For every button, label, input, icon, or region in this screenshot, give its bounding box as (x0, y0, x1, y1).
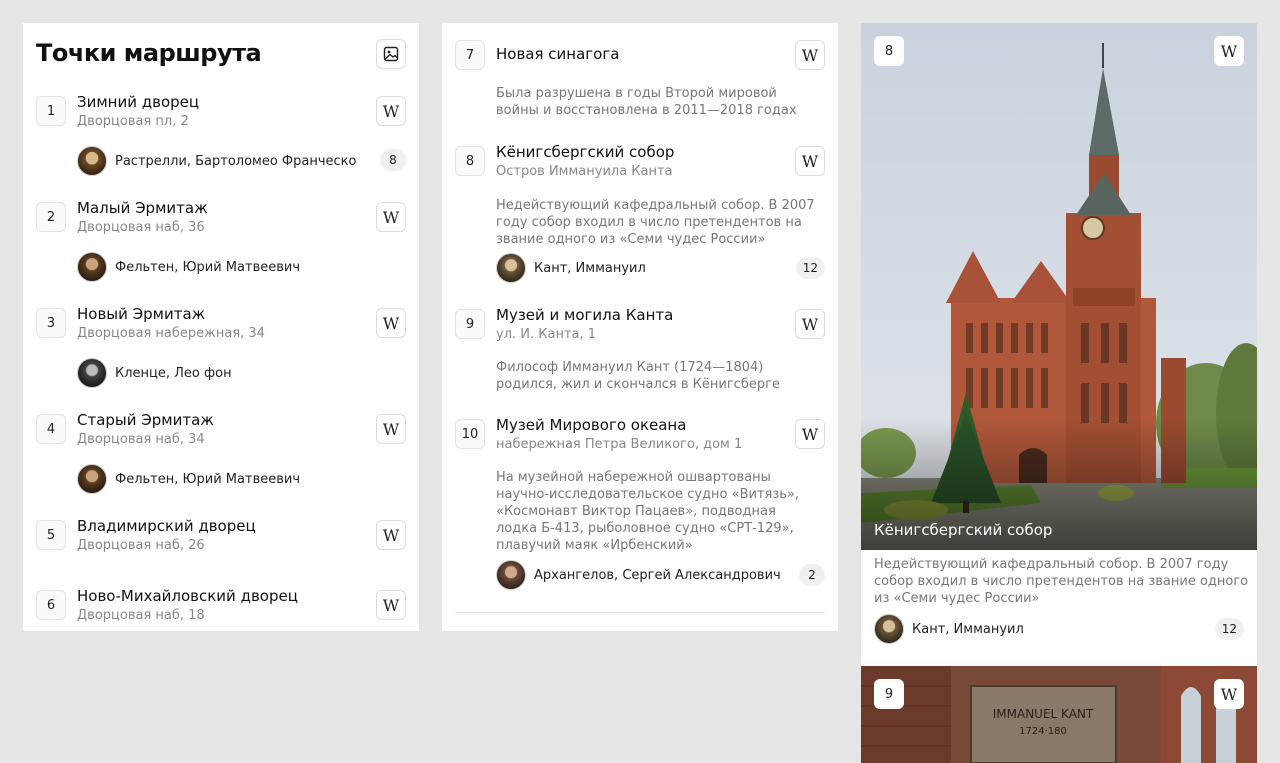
item-number: 1 (36, 96, 66, 126)
item-description: Была разрушена в годы Второй мировой вой… (496, 86, 797, 118)
item-description: Философ Иммануил Кант (1724—1804) родилс… (496, 360, 780, 392)
place-photo-next[interactable]: IMMANUEL KANT 1724·180 (861, 666, 1257, 763)
image-icon (383, 46, 399, 62)
kant-tomb-photo: IMMANUEL KANT 1724·180 (861, 666, 1257, 763)
person-name: Фельтен, Юрий Матвеевич (115, 259, 301, 275)
divider (455, 612, 825, 613)
person-link[interactable]: Кант, Иммануил (874, 613, 1024, 645)
item-address: Дворцовая наб, 36 (77, 220, 205, 235)
wikipedia-button[interactable]: W (376, 202, 406, 232)
person-link[interactable]: Растрелли, Бартоломео Франческо (77, 145, 356, 177)
image-view-button[interactable] (376, 39, 406, 69)
item-address: ул. И. Канта, 1 (496, 327, 597, 342)
card-title[interactable]: Кёнигсбергский собор (874, 521, 1052, 539)
item-number: 7 (455, 40, 485, 70)
person-link[interactable]: Фельтен, Юрий Матвеевич (77, 463, 300, 495)
person-name: Фельтен, Юрий Матвеевич (115, 471, 301, 487)
avatar (77, 464, 107, 494)
avatar (496, 560, 526, 590)
item-title[interactable]: Кёнигсбергский собор (496, 143, 674, 161)
plaque-years: 1724·180 (1019, 726, 1067, 737)
wikipedia-button[interactable]: W (376, 590, 406, 620)
item-number: 8 (455, 146, 485, 176)
item-title[interactable]: Ново-Михайловский дворец (77, 587, 298, 605)
person-link[interactable]: Архангелов, Сергей Александрович (496, 559, 781, 591)
wikipedia-button[interactable]: W (1214, 679, 1244, 709)
item-title[interactable]: Новая синагога (496, 45, 619, 63)
route-points-list-panel: 7 Новая синагога W Была разрушена в годы… (442, 23, 838, 631)
item-number: 10 (455, 419, 485, 449)
item-title[interactable]: Зимний дворец (77, 93, 199, 111)
card-description: Недействующий кафедральный собор. В 2007… (874, 557, 1249, 606)
item-title[interactable]: Новый Эрмитаж (77, 305, 205, 323)
item-address: Дворцовая наб, 26 (77, 538, 205, 553)
plaque-text: IMMANUEL KANT (993, 707, 1094, 721)
card-body: Недействующий кафедральный собор. В 2007… (861, 550, 1257, 670)
person-link[interactable]: Фельтен, Юрий Матвеевич (77, 251, 300, 283)
card-number-badge: 8 (874, 36, 904, 66)
item-number: 3 (36, 308, 66, 338)
place-card-panel: 8 W Кёнигсбергский собор Недействующий к… (861, 23, 1257, 763)
route-points-panel: Точки маршрута 1 Зимний дворец Дворцовая… (23, 23, 419, 631)
item-number: 5 (36, 520, 66, 550)
item-address: набережная Петра Великого, дом 1 (496, 437, 743, 452)
item-title[interactable]: Малый Эрмитаж (77, 199, 208, 217)
count-badge: 12 (1214, 618, 1244, 640)
person-name: Кант, Иммануил (912, 621, 1024, 637)
count-badge: 8 (380, 149, 406, 171)
avatar (496, 253, 526, 283)
item-number: 2 (36, 202, 66, 232)
item-address: Дворцовая наб, 34 (77, 432, 205, 447)
person-link[interactable]: Кленце, Лео фон (77, 357, 232, 389)
person-name: Растрелли, Бартоломео Франческо (115, 153, 357, 169)
avatar (77, 358, 107, 388)
person-name: Кант, Иммануил (534, 260, 646, 276)
item-title[interactable]: Старый Эрмитаж (77, 411, 214, 429)
wikipedia-button[interactable]: W (795, 419, 825, 449)
item-address: Дворцовая набережная, 34 (77, 326, 265, 341)
wikipedia-button[interactable]: W (1214, 36, 1244, 66)
wikipedia-button[interactable]: W (376, 96, 406, 126)
item-address: Дворцовая пл, 2 (77, 114, 189, 129)
wikipedia-button[interactable]: W (795, 309, 825, 339)
count-badge: 12 (795, 257, 825, 279)
wikipedia-button[interactable]: W (795, 40, 825, 70)
avatar (77, 252, 107, 282)
item-number: 6 (36, 590, 66, 620)
page-title: Точки маршрута (36, 39, 262, 67)
item-address: Дворцовая наб, 18 (77, 608, 205, 623)
wikipedia-button[interactable]: W (376, 520, 406, 550)
person-name: Архангелов, Сергей Александрович (534, 567, 781, 583)
wikipedia-button[interactable]: W (795, 146, 825, 176)
item-title[interactable]: Музей Мирового океана (496, 416, 686, 434)
item-description: Недействующий кафедральный собор. В 2007… (496, 198, 815, 247)
person-name: Кленце, Лео фон (115, 365, 232, 381)
item-title[interactable]: Владимирский дворец (77, 517, 256, 535)
item-address: Остров Иммануила Канта (496, 164, 673, 179)
cathedral-photo (861, 23, 1257, 550)
item-description: На музейной набережной ошвартованы научн… (496, 470, 800, 553)
avatar (77, 146, 107, 176)
wikipedia-button[interactable]: W (376, 308, 406, 338)
wikipedia-button[interactable]: W (376, 414, 406, 444)
item-number: 9 (455, 309, 485, 339)
person-link[interactable]: Кант, Иммануил (496, 252, 646, 284)
count-badge: 2 (799, 564, 825, 586)
place-photo[interactable] (861, 23, 1257, 550)
item-number: 4 (36, 414, 66, 444)
avatar (874, 614, 904, 644)
card-number-badge: 9 (874, 679, 904, 709)
item-title[interactable]: Музей и могила Канта (496, 306, 673, 324)
